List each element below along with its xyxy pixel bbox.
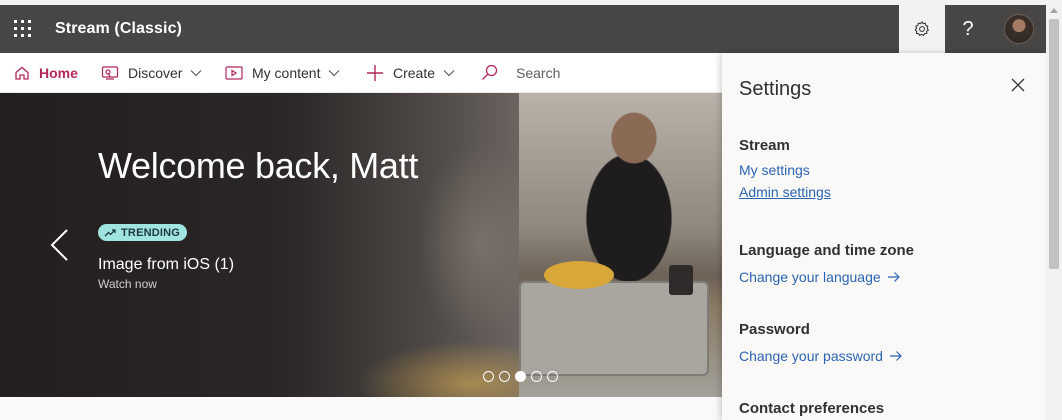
- carousel-indicators: [483, 371, 558, 382]
- nav-discover-label: Discover: [128, 65, 183, 81]
- discover-icon: [101, 66, 119, 80]
- carousel-dot[interactable]: [547, 371, 558, 382]
- close-button[interactable]: [1008, 75, 1028, 95]
- trending-badge-label: TRENDING: [121, 226, 181, 239]
- settings-panel-title: Settings: [739, 78, 812, 100]
- suite-header: Stream (Classic) ?: [0, 5, 1046, 53]
- scroll-up-arrow[interactable]: [1050, 8, 1058, 13]
- nav-home[interactable]: Home: [14, 53, 78, 93]
- search-icon: [482, 64, 498, 80]
- help-icon: ?: [962, 17, 974, 40]
- chevron-down-icon: [443, 70, 455, 77]
- chevron-down-icon: [191, 70, 202, 77]
- section-password-heading: Password: [739, 321, 810, 338]
- arrow-right-icon: [887, 272, 900, 282]
- close-icon: [1011, 78, 1025, 92]
- change-password-label: Change your password: [739, 348, 883, 364]
- change-language-label: Change your language: [739, 269, 881, 285]
- nav-my-content-label: My content: [252, 65, 321, 81]
- carousel-dot[interactable]: [499, 371, 510, 382]
- nav-create-label: Create: [393, 65, 436, 81]
- section-contact-heading: Contact preferences: [739, 400, 885, 417]
- admin-settings-link[interactable]: Admin settings: [739, 184, 831, 200]
- page-scrollbar[interactable]: [1046, 5, 1062, 420]
- arrow-right-icon: [889, 351, 902, 361]
- scroll-thumb[interactable]: [1049, 19, 1059, 269]
- featured-video-title[interactable]: Image from iOS (1): [98, 256, 234, 274]
- home-icon: [15, 66, 29, 80]
- carousel-dot[interactable]: [515, 371, 526, 382]
- welcome-heading: Welcome back, Matt: [98, 145, 419, 186]
- app-title[interactable]: Stream (Classic): [55, 20, 182, 38]
- watch-now-link[interactable]: Watch now: [98, 277, 157, 291]
- change-password-link[interactable]: Change your password: [739, 348, 903, 364]
- chevron-down-icon: [329, 70, 340, 77]
- nav-my-content[interactable]: My content: [225, 53, 340, 93]
- video-icon: [225, 66, 243, 80]
- trending-badge: TRENDING: [98, 224, 188, 241]
- nav-discover[interactable]: Discover: [101, 53, 202, 93]
- gear-icon: [914, 21, 930, 37]
- hero-background: [0, 93, 520, 397]
- trending-icon: [104, 228, 116, 236]
- carousel-prev-button[interactable]: [48, 227, 72, 263]
- carousel-dot[interactable]: [483, 371, 494, 382]
- help-button[interactable]: ?: [945, 5, 991, 53]
- plus-icon: [367, 65, 383, 81]
- main-nav: Home Discover My content Create: [0, 53, 722, 93]
- hero-carousel: Welcome back, Matt TRENDING Image from i…: [0, 93, 722, 397]
- settings-button[interactable]: [899, 5, 945, 53]
- nav-home-label: Home: [39, 65, 78, 81]
- nav-create[interactable]: Create: [366, 53, 455, 93]
- app-launcher-icon[interactable]: [14, 20, 32, 38]
- my-settings-link[interactable]: My settings: [739, 162, 810, 178]
- avatar: [1004, 14, 1034, 44]
- section-language-heading: Language and time zone: [739, 242, 915, 259]
- search-input[interactable]: [516, 65, 626, 81]
- change-language-link[interactable]: Change your language: [739, 269, 901, 285]
- section-stream-heading: Stream: [739, 137, 790, 154]
- nav-search[interactable]: [481, 53, 626, 93]
- chevron-left-icon: [50, 229, 68, 261]
- hero-thumbnail[interactable]: [519, 93, 722, 397]
- account-button[interactable]: [996, 5, 1042, 53]
- settings-panel: Settings Stream My settings Admin settin…: [722, 53, 1046, 420]
- carousel-dot[interactable]: [531, 371, 542, 382]
